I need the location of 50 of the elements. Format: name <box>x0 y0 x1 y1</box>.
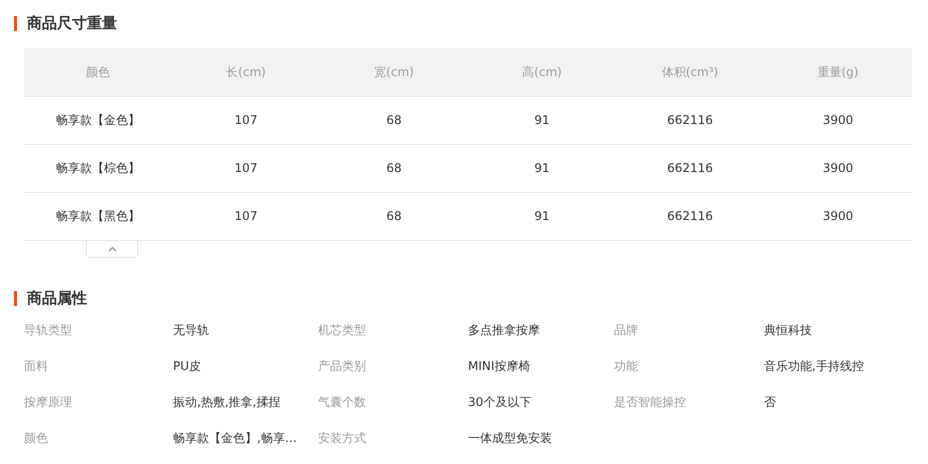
table-cell: 3900 <box>764 96 912 144</box>
column-header: 长(cm) <box>172 48 320 96</box>
attribute-value: 30个及以下 <box>468 394 532 410</box>
column-header: 高(cm) <box>468 48 616 96</box>
section-title: 商品尺寸重量 <box>14 16 117 31</box>
attribute-value: MINI按摩椅 <box>468 358 532 374</box>
table-cell: 畅享款【黑色】 <box>24 192 172 240</box>
attribute-label: 品牌 <box>614 322 639 338</box>
column-header: 颜色 <box>24 48 172 96</box>
attribute-label: 面料 <box>24 358 49 374</box>
table-cell: 91 <box>468 96 616 144</box>
chevron-icon <box>108 246 116 252</box>
attribute-value: 否 <box>764 394 777 410</box>
table-cell: 68 <box>320 96 468 144</box>
attribute-label: 产品类别 <box>318 358 367 374</box>
attribute-label: 导轨类型 <box>24 322 73 338</box>
attribute-label: 气囊个数 <box>318 394 367 410</box>
attribute-value: 无导轨 <box>173 322 210 338</box>
attribute-value: 多点推拿按摩 <box>468 322 541 338</box>
table-cell: 107 <box>172 192 320 240</box>
table-cell: 畅享款【金色】 <box>24 96 172 144</box>
table-cell: 68 <box>320 144 468 192</box>
attribute-value: 畅享款【金色】,畅享… <box>173 430 298 446</box>
table-cell: 662116 <box>616 144 764 192</box>
column-header: 重量(g) <box>764 48 912 96</box>
attribute-value: 典恒科技 <box>764 322 813 338</box>
attribute-label: 是否智能操控 <box>614 394 687 410</box>
table-cell: 662116 <box>616 96 764 144</box>
table-cell: 91 <box>468 144 616 192</box>
table-cell: 畅享款【棕色】 <box>24 144 172 192</box>
column-header: 宽(cm) <box>320 48 468 96</box>
collapse-toggle[interactable] <box>86 240 138 258</box>
column-header: 体积(cm³) <box>616 48 764 96</box>
table-cell: 68 <box>320 192 468 240</box>
table-cell: 107 <box>172 144 320 192</box>
attribute-value: 一体成型免安装 <box>468 430 553 446</box>
table-cell: 3900 <box>764 144 912 192</box>
attribute-label: 颜色 <box>24 430 49 446</box>
attribute-label: 安装方式 <box>318 430 367 446</box>
table-cell: 662116 <box>616 192 764 240</box>
attribute-label: 按摩原理 <box>24 394 73 410</box>
attribute-label: 机芯类型 <box>318 322 367 338</box>
section-title: 商品属性 <box>14 290 87 306</box>
table-cell: 107 <box>172 96 320 144</box>
attribute-value: 音乐功能,手持线控 <box>764 358 865 374</box>
attribute-label: 功能 <box>614 358 639 374</box>
table-cell: 91 <box>468 192 616 240</box>
attribute-value: PU皮 <box>173 358 202 374</box>
attribute-value: 振动,热敷,推拿,揉捏 <box>173 394 282 410</box>
table-cell: 3900 <box>764 192 912 240</box>
